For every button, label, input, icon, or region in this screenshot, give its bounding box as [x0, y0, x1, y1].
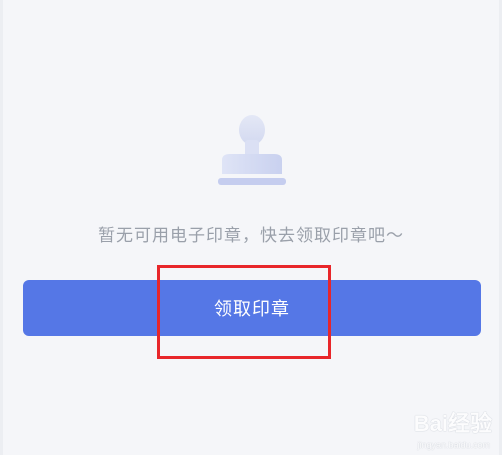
watermark-brand: Bai经验	[413, 411, 492, 436]
watermark-site: jingyan.baidu.com	[417, 440, 490, 450]
claim-stamp-button[interactable]: 领取印章	[23, 280, 481, 336]
stamp-icon	[218, 115, 286, 185]
empty-state-message: 暂无可用电子印章，快去领取印章吧～	[98, 226, 404, 246]
baidu-jingyan-watermark: Bai经验 jingyan.baidu.com	[382, 406, 492, 450]
